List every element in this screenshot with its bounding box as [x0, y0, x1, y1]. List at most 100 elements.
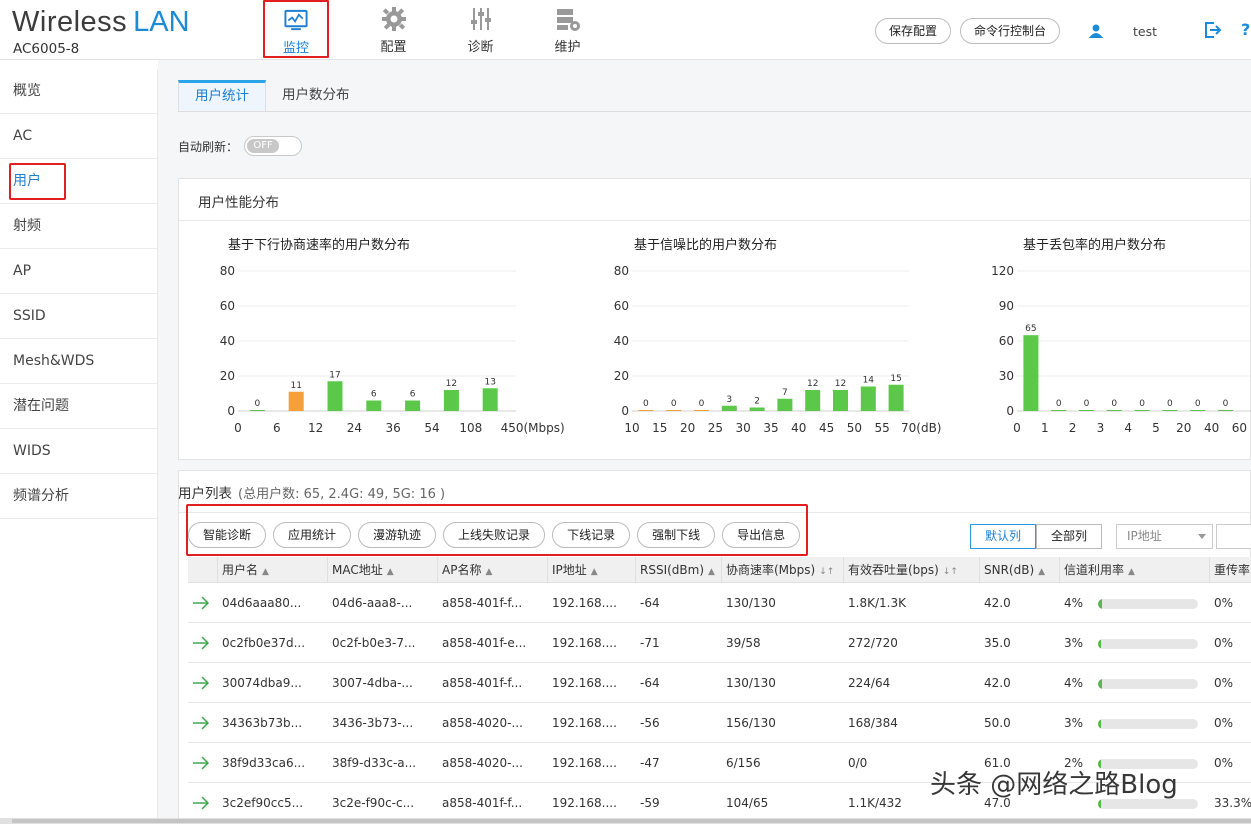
cell-mac: 04d6-aaa8-... — [332, 596, 413, 610]
table-row[interactable]: 30074dba9... 3007-4dba-... a858-401f-f... 1… — [188, 663, 1251, 703]
x-tick-label: 55 — [875, 421, 890, 435]
row-expand[interactable] — [188, 783, 218, 822]
cell-retry: 0% — [1214, 636, 1234, 650]
col-label: 用户名 — [222, 563, 259, 577]
row-expand[interactable] — [188, 583, 218, 622]
x-tick-label: 30 — [736, 421, 751, 435]
sort-icon: ▲ — [708, 567, 715, 577]
sort-icon: ▲ — [386, 567, 394, 577]
sidebar-item-users[interactable]: 用户 — [0, 159, 157, 204]
cell-throughput: 168/384 — [848, 716, 898, 730]
y-tick-label: 80 — [614, 264, 629, 278]
username[interactable]: test — [1133, 24, 1157, 39]
cell-snr: 42.0 — [984, 676, 1011, 690]
chart-bar — [1190, 410, 1206, 411]
x-tick-label: 450(Mbps) — [501, 421, 565, 435]
sidebar-item-spectrum[interactable]: 频谱分析 — [0, 474, 157, 519]
horizontal-scrollbar[interactable] — [0, 818, 1251, 824]
nav-maintain[interactable]: 维护 — [524, 0, 611, 58]
arrow-right-icon[interactable] — [192, 795, 210, 810]
x-tick-label: 20 — [680, 421, 695, 435]
save-config-button[interactable]: 保存配置 — [875, 18, 952, 44]
sidebar-item-ap[interactable]: AP — [0, 249, 157, 294]
sidebar-item-overview[interactable]: 概览 — [0, 69, 157, 114]
data-label: 7 — [782, 388, 788, 398]
x-tick-label: 12 — [308, 421, 323, 435]
table-row[interactable]: 34363b73b... 3436-3b73-... a858-4020-... 19… — [188, 703, 1251, 743]
nav-monitor[interactable]: 监控 — [263, 0, 329, 58]
col-label: AP名称 — [442, 563, 482, 577]
table-row[interactable]: 04d6aaa80... 04d6-aaa8-... a858-401f-f... 1… — [188, 583, 1251, 623]
col-ap-name[interactable]: AP名称 ▲ — [438, 557, 548, 582]
scrollbar-thumb[interactable] — [12, 819, 1251, 823]
user-list-title: 用户列表 (总用户数: 65, 2.4G: 49, 5G: 16 ) — [178, 482, 445, 502]
chart-bar — [749, 407, 765, 411]
cell-ip: 192.168.... — [552, 596, 617, 610]
filter-input[interactable] — [1216, 524, 1251, 549]
sidebar-item-wids[interactable]: WIDS — [0, 429, 157, 474]
data-label: 0 — [255, 399, 261, 409]
chart-bar — [1162, 410, 1178, 411]
chart-bar — [405, 400, 421, 411]
row-expand[interactable] — [188, 743, 218, 782]
tab-user-stats[interactable]: 用户统计 — [178, 80, 266, 112]
filter-field-select[interactable]: IP地址 — [1116, 524, 1213, 549]
x-tick-label: 60 — [1232, 421, 1247, 435]
top-header: Wireless LAN AC6005-8 监控 配置 诊断 维护 保存配置 命令… — [0, 0, 1251, 60]
util-value: 4% — [1064, 676, 1084, 690]
row-expand[interactable] — [188, 663, 218, 702]
auto-refresh-toggle[interactable]: OFF — [244, 136, 303, 156]
cell-rate: 6/156 — [726, 756, 761, 770]
arrow-right-icon[interactable] — [192, 675, 210, 690]
col-rssi[interactable]: RSSI(dBm) ▲ — [636, 557, 722, 582]
maintenance-icon — [556, 9, 580, 31]
col-snr[interactable]: SNR(dB) ▲ — [980, 557, 1060, 582]
cell-ap-name: a858-4020-... — [442, 756, 523, 770]
row-expand[interactable] — [188, 703, 218, 742]
table-row[interactable]: 0c2fb0e37d... 0c2f-b0e3-7... a858-401f-e..… — [188, 623, 1251, 663]
arrow-right-icon[interactable] — [192, 635, 210, 650]
x-tick-label: 5 — [1152, 421, 1160, 435]
sidebar: 概览 AC 用户 射频 AP SSID Mesh&WDS 潜在问题 WIDS 频… — [0, 69, 158, 824]
y-tick-label: 20 — [220, 369, 235, 383]
col-rate[interactable]: 协商速率(Mbps) ↓↑ — [722, 557, 844, 582]
nav-config[interactable]: 配置 — [350, 0, 437, 58]
row-expand[interactable] — [188, 623, 218, 662]
data-label: 11 — [290, 381, 301, 391]
all-columns-button[interactable]: 全部列 — [1036, 524, 1103, 549]
perf-panel: 用户性能分布 基于下行协商速率的用户数分布 基于信噪比的用户数分布 基于丢包率的… — [178, 178, 1251, 460]
data-label: 0 — [1195, 399, 1201, 409]
sidebar-item-issues[interactable]: 潜在问题 — [0, 384, 157, 429]
col-label: 信道利用率 — [1064, 563, 1125, 577]
logout-icon[interactable] — [1204, 22, 1222, 38]
col-retry[interactable]: 重传率 — [1210, 557, 1251, 582]
cli-console-button[interactable]: 命令行控制台 — [960, 18, 1061, 44]
col-username[interactable]: 用户名 ▲ — [218, 557, 328, 582]
col-channel-util[interactable]: 信道利用率 ▲ — [1060, 557, 1210, 582]
arrow-right-icon[interactable] — [192, 755, 210, 770]
data-label: 6 — [410, 390, 416, 400]
sidebar-item-ac[interactable]: AC — [0, 114, 157, 159]
nav-diagnose[interactable]: 诊断 — [437, 0, 524, 58]
watermark: 头条 @网络之路Blog — [930, 770, 1178, 800]
cell-ap-name: a858-401f-f... — [442, 796, 523, 810]
col-throughput[interactable]: 有效吞吐量(bps) ↓↑ — [844, 557, 980, 582]
sidebar-item-radio[interactable]: 射频 — [0, 204, 157, 249]
sort-icon: ▲ — [1128, 567, 1135, 577]
data-label: 0 — [1056, 399, 1062, 409]
tab-user-distribution[interactable]: 用户数分布 — [266, 80, 366, 112]
main-content: 用户统计 用户数分布 自动刷新： OFF 用户性能分布 基于下行协商速率的用户数… — [158, 60, 1251, 824]
help-icon[interactable]: ? — [1241, 20, 1250, 39]
sort-icon: ↓↑ — [942, 567, 958, 577]
x-tick-label: 0 — [234, 421, 242, 435]
sidebar-item-ssid[interactable]: SSID — [0, 294, 157, 339]
cell-retry: 0% — [1214, 716, 1234, 730]
sliders-icon — [470, 8, 491, 30]
arrow-right-icon[interactable] — [192, 715, 210, 730]
col-mac[interactable]: MAC地址 ▲ — [328, 557, 438, 582]
default-columns-button[interactable]: 默认列 — [970, 524, 1037, 549]
sidebar-item-mesh-wds[interactable]: Mesh&WDS — [0, 339, 157, 384]
y-tick-label: 60 — [999, 334, 1014, 348]
arrow-right-icon[interactable] — [192, 595, 210, 610]
col-ip[interactable]: IP地址 ▲ — [548, 557, 636, 582]
